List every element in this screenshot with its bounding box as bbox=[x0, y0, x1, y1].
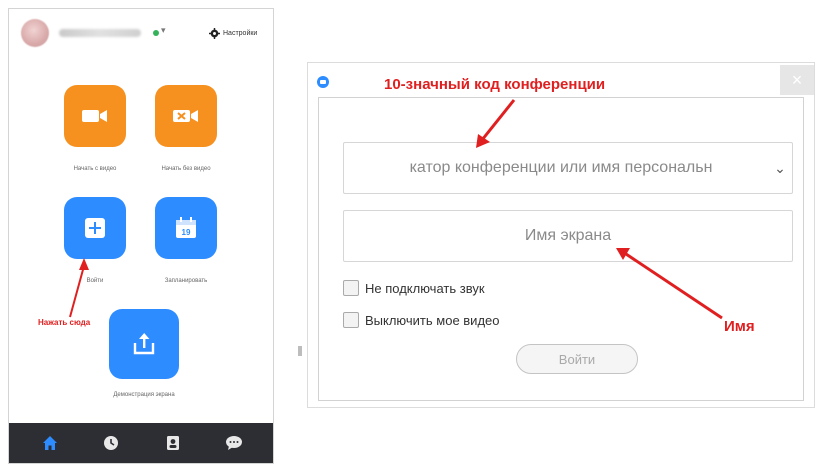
join-submit-button[interactable]: Войти bbox=[516, 344, 638, 374]
dialog-body: катор конференции или имя персональн ⌄ И… bbox=[318, 97, 804, 401]
blurred-user-name bbox=[59, 29, 141, 37]
start-without-video-button[interactable] bbox=[155, 85, 217, 147]
chevron-down-icon[interactable]: ▾ bbox=[161, 25, 166, 36]
chat-icon[interactable] bbox=[225, 434, 243, 452]
screen-name-input[interactable]: Имя экрана bbox=[343, 210, 793, 262]
avatar[interactable] bbox=[21, 19, 49, 47]
settings-label: Настройки bbox=[223, 29, 258, 37]
gear-icon bbox=[209, 27, 220, 39]
video-camera-icon bbox=[82, 110, 107, 122]
meeting-id-input[interactable]: катор конференции или имя персональн ⌄ bbox=[343, 142, 793, 194]
video-off-icon bbox=[173, 110, 198, 122]
home-icon[interactable] bbox=[41, 434, 59, 452]
checkbox-box[interactable] bbox=[343, 312, 359, 328]
no-video-label: Выключить мое видео bbox=[365, 312, 500, 328]
click-here-annotation: Нажать сюда bbox=[38, 318, 91, 327]
share-screen-button[interactable] bbox=[109, 309, 179, 379]
close-button[interactable]: × bbox=[780, 65, 814, 95]
no-audio-label: Не подключать звук bbox=[365, 280, 485, 296]
settings-button[interactable]: Настройки bbox=[209, 25, 257, 41]
plus-icon bbox=[85, 218, 105, 238]
no-video-checkbox[interactable]: Выключить мое видео bbox=[343, 312, 500, 328]
no-audio-checkbox[interactable]: Не подключать звук bbox=[343, 280, 485, 296]
share-screen-label: Демонстрация экрана bbox=[113, 392, 175, 398]
contacts-icon[interactable] bbox=[164, 434, 182, 452]
checkbox-box[interactable] bbox=[343, 280, 359, 296]
schedule-label: Запланировать bbox=[164, 278, 208, 284]
join-button[interactable] bbox=[64, 197, 126, 259]
chevron-down-icon[interactable]: ⌄ bbox=[768, 160, 792, 177]
status-dot-icon bbox=[153, 30, 159, 36]
start-with-video-label: Начать с видео bbox=[73, 166, 117, 172]
name-annotation: Имя bbox=[724, 318, 755, 335]
divider-mark bbox=[298, 346, 302, 356]
screen-name-value: Имя экрана bbox=[524, 227, 612, 244]
clock-icon[interactable] bbox=[102, 434, 120, 452]
screenshot-root: ▾ Настройки Начать с видео Начать без ви… bbox=[0, 0, 816, 464]
zoom-home-window: ▾ Настройки Начать с видео Начать без ви… bbox=[8, 8, 274, 464]
schedule-button[interactable]: 19 bbox=[155, 197, 217, 259]
meeting-id-value: катор конференции или имя персональн bbox=[409, 159, 713, 176]
calendar-day: 19 bbox=[182, 228, 191, 237]
join-label: Войти bbox=[86, 278, 104, 284]
join-meeting-dialog: × катор конференции или имя персональн ⌄… bbox=[307, 62, 815, 408]
start-with-video-button[interactable] bbox=[64, 85, 126, 147]
share-screen-icon bbox=[133, 333, 155, 355]
zoom-logo-icon bbox=[317, 76, 329, 88]
bottom-nav bbox=[9, 423, 273, 463]
start-without-video-label: Начать без видео bbox=[161, 166, 211, 172]
meeting-code-annotation: 10-значный код конференции bbox=[384, 76, 606, 93]
home-header: ▾ Настройки bbox=[9, 9, 273, 57]
calendar-icon: 19 bbox=[176, 217, 196, 238]
